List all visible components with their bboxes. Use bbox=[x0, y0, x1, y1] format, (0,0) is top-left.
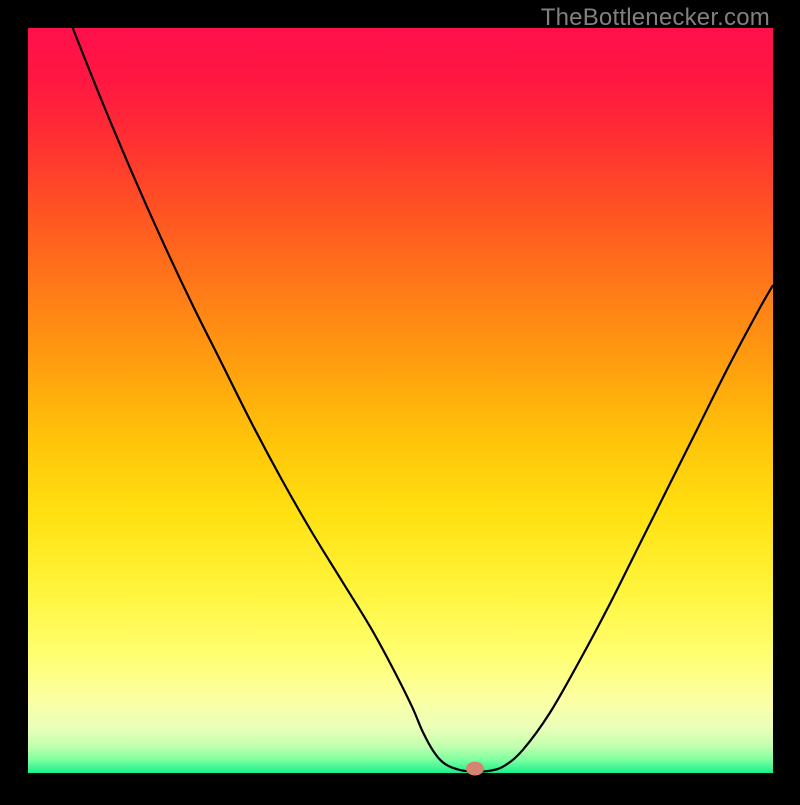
optimal-marker bbox=[466, 762, 484, 776]
chart-plot-area: TheBottlenecker.com bbox=[0, 0, 800, 800]
chart-gradient-bg bbox=[28, 28, 773, 773]
watermark-text: TheBottlenecker.com bbox=[541, 4, 770, 32]
chart-svg bbox=[0, 0, 800, 800]
